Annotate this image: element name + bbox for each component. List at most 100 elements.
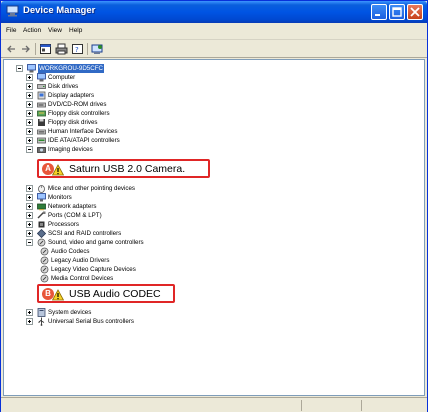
audio-device-label: USB Audio CODEC bbox=[69, 288, 161, 300]
tree-category[interactable]: Display adapters bbox=[26, 91, 226, 100]
menu-file[interactable]: File bbox=[6, 27, 16, 34]
expand-toggle[interactable] bbox=[26, 92, 33, 99]
sound-device-icon bbox=[40, 274, 49, 283]
tree-category[interactable]: DVD/CD-ROM drives bbox=[26, 100, 226, 109]
usb-icon bbox=[37, 317, 46, 326]
category-label: Floppy disk controllers bbox=[48, 110, 110, 117]
tree-category[interactable]: Sound, video and game controllers bbox=[26, 238, 226, 247]
expand-toggle[interactable] bbox=[26, 309, 33, 316]
category-label: Computer bbox=[48, 74, 76, 81]
tree-child[interactable]: Media Control Devices bbox=[40, 274, 240, 283]
category-label: Display adapters bbox=[48, 92, 95, 99]
tree-category[interactable]: Universal Serial Bus controllers bbox=[26, 317, 226, 326]
maximize-button[interactable] bbox=[389, 4, 405, 20]
expand-toggle[interactable] bbox=[26, 83, 33, 90]
tree-category[interactable]: Floppy disk drives bbox=[26, 118, 226, 127]
device-tree[interactable]: WORKGROU-9D5CFC Computer Disk drives Dis… bbox=[3, 59, 425, 396]
category-label: Floppy disk drives bbox=[48, 119, 98, 126]
menu-bar: File Action View Help bbox=[1, 23, 427, 40]
floppy-controller-icon bbox=[37, 109, 46, 118]
close-button[interactable] bbox=[407, 4, 423, 20]
ports-icon bbox=[37, 211, 46, 220]
tree-category[interactable]: Disk drives bbox=[26, 82, 226, 91]
forward-arrow-icon[interactable] bbox=[19, 43, 32, 55]
category-label: Universal Serial Bus controllers bbox=[48, 318, 134, 325]
processor-icon bbox=[37, 220, 46, 229]
back-arrow-icon[interactable] bbox=[5, 43, 18, 55]
tree-category[interactable]: SCSI and RAID controllers bbox=[26, 228, 226, 239]
computer-icon bbox=[27, 64, 36, 73]
device-manager-icon bbox=[6, 5, 19, 17]
menu-help[interactable]: Help bbox=[69, 27, 82, 34]
title-bar[interactable]: Device Manager bbox=[1, 1, 427, 23]
tree-category[interactable]: Imaging devices bbox=[26, 145, 226, 154]
collapse-toggle[interactable] bbox=[26, 146, 33, 153]
tree-category[interactable]: Processors bbox=[26, 220, 226, 229]
help-properties-icon[interactable]: ? bbox=[71, 43, 84, 55]
expand-toggle[interactable] bbox=[26, 110, 33, 117]
computer-icon bbox=[37, 73, 46, 82]
device-manager-window: Device Manager File Action View Help ? W… bbox=[0, 0, 428, 412]
expand-toggle[interactable] bbox=[26, 74, 33, 81]
collapse-toggle[interactable] bbox=[16, 65, 23, 72]
network-adapter-icon bbox=[37, 202, 46, 211]
device-label: Audio Codecs bbox=[51, 248, 90, 255]
status-separator bbox=[361, 400, 362, 411]
tree-category[interactable]: Network adapters bbox=[26, 202, 226, 211]
expand-toggle[interactable] bbox=[26, 101, 33, 108]
expand-toggle[interactable] bbox=[26, 230, 33, 237]
expand-toggle[interactable] bbox=[26, 203, 33, 210]
minimize-button[interactable] bbox=[371, 4, 387, 20]
expand-toggle[interactable] bbox=[26, 137, 33, 144]
expand-toggle[interactable] bbox=[26, 119, 33, 126]
category-label: SCSI and RAID controllers bbox=[48, 230, 122, 237]
category-label: IDE ATA/ATAPI controllers bbox=[48, 137, 120, 144]
tree-root[interactable]: WORKGROU-9D5CFC bbox=[16, 64, 216, 73]
menu-view[interactable]: View bbox=[48, 27, 62, 34]
warning-icon bbox=[51, 164, 65, 176]
category-label: Sound, video and game controllers bbox=[48, 239, 144, 246]
camera-device-label: Saturn USB 2.0 Camera. bbox=[69, 163, 186, 175]
tree-category[interactable]: Floppy disk controllers bbox=[26, 109, 226, 118]
tree-child[interactable]: Audio Codecs bbox=[40, 247, 240, 256]
device-label: Legacy Video Capture Devices bbox=[51, 266, 136, 273]
tree-category[interactable]: Ports (COM & LPT) bbox=[26, 211, 226, 220]
print-icon[interactable] bbox=[55, 43, 68, 55]
toolbar: ? bbox=[1, 40, 427, 58]
tree-category[interactable]: IDE ATA/ATAPI controllers bbox=[26, 136, 226, 145]
expand-toggle[interactable] bbox=[26, 185, 33, 192]
sound-device-icon bbox=[40, 256, 49, 265]
audio-callout[interactable]: B USB Audio CODEC bbox=[37, 284, 175, 303]
tree-child[interactable]: Legacy Audio Drivers bbox=[40, 256, 240, 265]
cd-drive-icon bbox=[37, 100, 46, 109]
expand-toggle[interactable] bbox=[26, 221, 33, 228]
tree-category[interactable]: Mice and other pointing devices bbox=[26, 184, 226, 193]
category-label: Human Interface Devices bbox=[48, 128, 118, 135]
expand-toggle[interactable] bbox=[26, 212, 33, 219]
toolbar-separator bbox=[87, 43, 88, 55]
expand-toggle[interactable] bbox=[26, 318, 33, 325]
disk-drive-icon bbox=[37, 82, 46, 91]
tree-category[interactable]: Human Interface Devices bbox=[26, 127, 226, 136]
expand-toggle[interactable] bbox=[26, 194, 33, 201]
tree-child[interactable]: Legacy Video Capture Devices bbox=[40, 265, 240, 274]
tree-category[interactable]: Computer bbox=[26, 73, 226, 82]
sound-device-icon bbox=[40, 247, 49, 256]
tree-category[interactable]: System devices bbox=[26, 308, 226, 317]
window-title: Device Manager bbox=[23, 5, 96, 16]
status-separator bbox=[301, 400, 302, 411]
camera-icon bbox=[37, 145, 46, 154]
camera-callout[interactable]: A Saturn USB 2.0 Camera. bbox=[37, 159, 210, 178]
menu-action[interactable]: Action bbox=[23, 27, 41, 34]
collapse-toggle[interactable] bbox=[26, 239, 33, 246]
mouse-icon bbox=[37, 184, 46, 193]
properties-window-icon[interactable] bbox=[39, 43, 52, 55]
svg-text:?: ? bbox=[75, 46, 79, 54]
scan-hardware-icon[interactable] bbox=[91, 43, 104, 55]
tree-category[interactable]: Monitors bbox=[26, 193, 226, 202]
keyboard-icon bbox=[37, 127, 46, 136]
category-label: Mice and other pointing devices bbox=[48, 185, 136, 192]
expand-toggle[interactable] bbox=[26, 128, 33, 135]
display-adapter-icon bbox=[37, 91, 46, 100]
sound-device-icon bbox=[40, 265, 49, 274]
